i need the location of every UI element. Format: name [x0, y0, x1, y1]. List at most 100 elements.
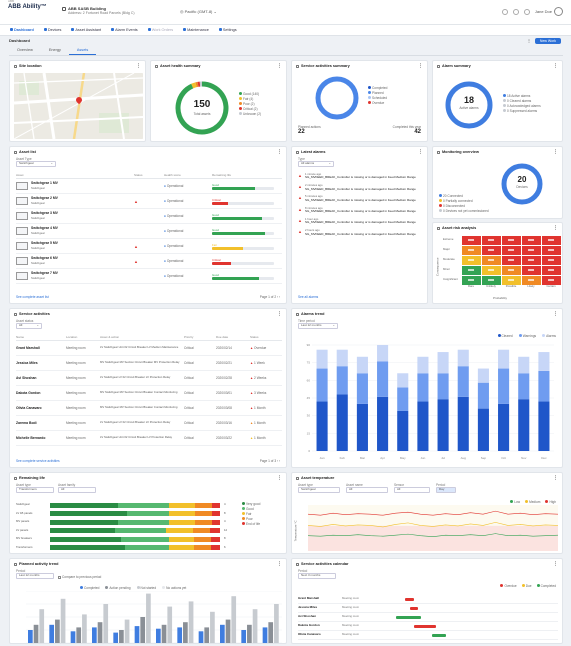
- card-menu-icon[interactable]: ⋮: [553, 225, 558, 231]
- alarm-bar-segment[interactable]: [377, 361, 389, 397]
- service-pager[interactable]: Page 1 of 3 ‹ ›: [260, 459, 280, 463]
- alarm-bar-segment[interactable]: [417, 356, 429, 374]
- asset-type-select[interactable]: Switchgear ⌄: [16, 161, 56, 167]
- alarm-item[interactable]: ▲ 1 minute ago SG_MVFEED_BREAK_Controller …: [298, 172, 424, 180]
- planned-bar[interactable]: [210, 611, 215, 643]
- planned-bar[interactable]: [161, 624, 167, 643]
- risk-cell[interactable]: [481, 265, 501, 275]
- alarm-item[interactable]: ▲ 1 hour ago SG_MVFEED_BREAK_Controller is…: [298, 217, 424, 225]
- planned-bar[interactable]: [119, 630, 124, 643]
- see-asset-list-link[interactable]: See complete asset list: [16, 295, 49, 299]
- planned-bar[interactable]: [241, 630, 247, 643]
- nav-alarm-events[interactable]: Alarm Events: [111, 27, 138, 33]
- risk-cell[interactable]: [541, 265, 561, 275]
- planned-bar[interactable]: [140, 617, 146, 643]
- gantt-bar[interactable]: [410, 606, 418, 610]
- alarm-bar-segment[interactable]: [457, 366, 469, 397]
- nav-settings[interactable]: Settings: [218, 27, 237, 33]
- planned-bar[interactable]: [252, 609, 258, 643]
- table-row[interactable]: Avi Shoshan Meeting room LV Switchgear L…: [16, 371, 282, 386]
- alarm-bar-segment[interactable]: [437, 399, 449, 451]
- alarm-bar-segment[interactable]: [477, 408, 489, 451]
- gantt-bar[interactable]: [414, 624, 436, 628]
- nav-devices[interactable]: Devices: [43, 27, 61, 33]
- alarm-bar-segment[interactable]: [498, 403, 510, 451]
- table-row[interactable]: Michelle Bernardo Meeting room LV Switch…: [16, 431, 282, 446]
- risk-cell[interactable]: [541, 255, 561, 265]
- card-menu-icon[interactable]: ⋮: [553, 561, 558, 567]
- risk-cell[interactable]: [481, 235, 501, 245]
- asset-type-select[interactable]: Transformers: [16, 487, 54, 493]
- card-menu-icon[interactable]: ⋮: [277, 475, 282, 481]
- risk-cell[interactable]: [461, 235, 481, 245]
- risk-cell[interactable]: [461, 245, 481, 255]
- period-select[interactable]: Next 3 months: [298, 573, 336, 579]
- risk-cell[interactable]: [481, 255, 501, 265]
- period-select[interactable]: Day: [436, 487, 456, 493]
- alarm-bar-segment[interactable]: [477, 382, 489, 409]
- nav-maintenance[interactable]: Maintenance: [183, 27, 209, 33]
- planned-bar[interactable]: [247, 624, 252, 643]
- calendar-row[interactable]: Avi Shoshan Meeting room: [298, 613, 558, 622]
- alarm-bar-segment[interactable]: [397, 410, 409, 451]
- alarm-bar-segment[interactable]: [518, 399, 530, 451]
- planned-bar[interactable]: [225, 619, 231, 643]
- asset-family-select[interactable]: All: [58, 487, 96, 493]
- risk-cell[interactable]: [501, 255, 521, 265]
- table-row[interactable]: Switchgear 4 MV Switchgear ● Operational …: [16, 224, 282, 239]
- settings-icon[interactable]: [523, 8, 530, 15]
- planned-bar[interactable]: [113, 632, 119, 643]
- table-row[interactable]: Switchgear 1 MV Switchgear ● Operational …: [16, 179, 282, 194]
- card-menu-icon[interactable]: ⋮: [277, 63, 282, 69]
- nav-dashboard[interactable]: Dashboard: [10, 27, 34, 33]
- alarm-bar-segment[interactable]: [457, 396, 469, 451]
- help-icon[interactable]: [501, 8, 508, 15]
- planned-bar[interactable]: [268, 622, 274, 643]
- card-menu-icon[interactable]: ⋮: [553, 63, 558, 69]
- risk-cell[interactable]: [501, 235, 521, 245]
- life-row[interactable]: LV panels 12: [16, 527, 232, 535]
- building-selector[interactable]: ABB SASB Building Address: 2 Fortunet Ro…: [62, 6, 135, 15]
- asset-pager[interactable]: Page 1 of 2 ‹ ›: [260, 295, 280, 299]
- tab-energy[interactable]: Energy: [41, 47, 69, 55]
- planned-bar[interactable]: [103, 604, 109, 643]
- notifications-icon[interactable]: [512, 8, 519, 15]
- life-row[interactable]: LV 1B panels 8: [16, 510, 232, 518]
- alarm-bar-segment[interactable]: [316, 401, 328, 451]
- alarm-bar-segment[interactable]: [377, 345, 389, 362]
- planned-bar[interactable]: [146, 593, 151, 643]
- more-icon[interactable]: ⋮: [527, 38, 531, 43]
- risk-cell[interactable]: [521, 245, 541, 255]
- time-period-select[interactable]: Last 12 months ⌄: [298, 323, 338, 329]
- table-row[interactable]: Olivia Canavaro Meeting room MV Switchge…: [16, 401, 282, 416]
- alarm-bar-segment[interactable]: [498, 368, 510, 404]
- planned-bar[interactable]: [76, 627, 82, 643]
- planned-bar[interactable]: [28, 630, 33, 643]
- risk-cell[interactable]: [461, 265, 481, 275]
- life-row[interactable]: Switchgear 4: [16, 501, 232, 509]
- card-menu-icon[interactable]: ⋮: [553, 149, 558, 155]
- alarm-bar-segment[interactable]: [336, 366, 348, 395]
- planned-bar[interactable]: [55, 619, 60, 643]
- tab-assets[interactable]: Assets: [68, 47, 97, 55]
- alarm-bar-segment[interactable]: [316, 349, 328, 369]
- table-row[interactable]: Jessica Miles Meeting room MV Switchgear…: [16, 356, 282, 371]
- planned-bar[interactable]: [262, 627, 268, 643]
- alarm-bar-segment[interactable]: [336, 394, 348, 451]
- planned-bar[interactable]: [156, 628, 161, 643]
- alarm-bar-segment[interactable]: [477, 368, 489, 383]
- planned-bar[interactable]: [82, 614, 87, 643]
- alarm-bar-segment[interactable]: [417, 373, 429, 402]
- alarm-item[interactable]: ▲ 2 minutes ago SG_MVFEED_BREAK_Controller…: [298, 183, 424, 191]
- asset-name-select[interactable]: All: [346, 487, 388, 493]
- see-service-activities-link[interactable]: See complete service activities: [16, 459, 60, 463]
- planned-bar[interactable]: [49, 624, 55, 643]
- planned-bar[interactable]: [92, 627, 97, 643]
- planned-bar[interactable]: [60, 598, 66, 643]
- card-menu-icon[interactable]: ⋮: [418, 149, 423, 155]
- risk-cell[interactable]: [521, 265, 541, 275]
- period-select[interactable]: Last 12 months: [16, 573, 54, 579]
- gantt-bar[interactable]: [432, 633, 447, 637]
- sensor-select[interactable]: All: [394, 487, 430, 493]
- alarm-bar-segment[interactable]: [437, 352, 449, 374]
